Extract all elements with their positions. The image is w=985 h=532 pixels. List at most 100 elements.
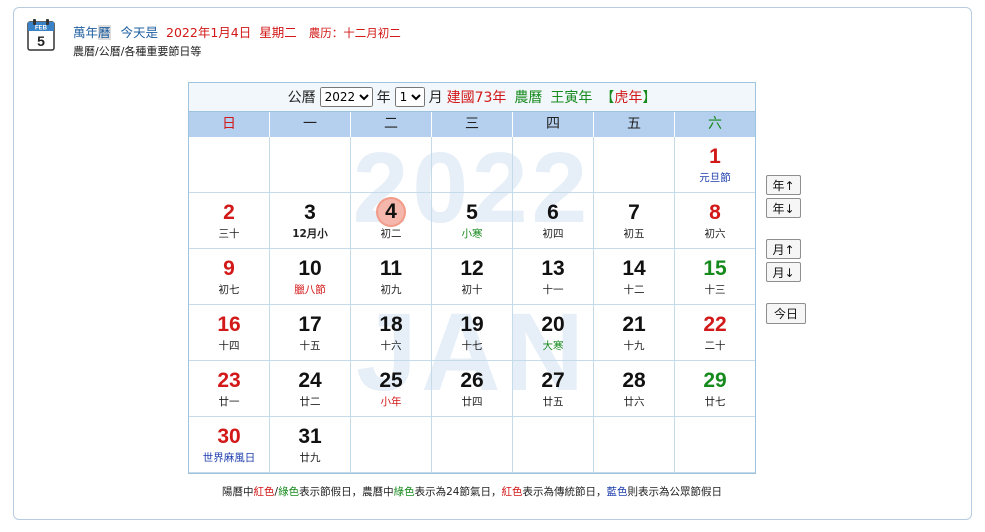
next-month-button[interactable]: 月↓ — [766, 262, 801, 282]
day-number: 22 — [703, 313, 727, 336]
lunar-day-label: 世界麻風日 — [202, 452, 256, 464]
empty-day-cell — [270, 137, 351, 193]
day-number: 25 — [379, 369, 403, 392]
lunar-day-label: 十四 — [218, 340, 240, 352]
day-cell[interactable]: 18 十六 — [351, 305, 432, 361]
day-cell[interactable]: 26 廿四 — [432, 361, 513, 417]
empty-day-cell — [351, 137, 432, 193]
ganzhi-year: 王寅年 — [550, 90, 593, 106]
empty-day-cell — [513, 137, 594, 193]
day-cell[interactable]: 14 十二 — [594, 249, 675, 305]
lunar-day-label: 元旦節 — [699, 172, 731, 184]
today-label: 今天是 — [120, 25, 159, 40]
empty-day-cell — [594, 417, 675, 473]
today-day-number: 4 — [378, 199, 404, 225]
day-cell[interactable]: 10 臘八節 — [270, 249, 351, 305]
day-cell[interactable]: 3 12月小 — [270, 193, 351, 249]
lunar-day-label: 初六 — [704, 228, 726, 240]
day-number: 15 — [703, 257, 727, 280]
empty-day-cell — [189, 137, 270, 193]
year-select[interactable]: 2022 — [319, 87, 373, 107]
day-cell[interactable]: 6 初四 — [513, 193, 594, 249]
day-cell[interactable]: 28 廿六 — [594, 361, 675, 417]
day-number: 20 — [541, 313, 565, 336]
day-number: 11 — [379, 257, 403, 280]
lunar-day-label: 十五 — [299, 340, 321, 352]
day-cell[interactable]: 21 十九 — [594, 305, 675, 361]
week-row: 30 世界麻風日 31 廿九 — [189, 417, 755, 473]
month-label: 月 — [428, 90, 443, 106]
day-cell[interactable]: 13 十一 — [513, 249, 594, 305]
lunar-day-label: 三十 — [218, 228, 240, 240]
calendar-icon-day: 5 — [37, 33, 45, 49]
app-name-highlight: 曆 — [98, 25, 111, 40]
lunar-day-label: 廿一 — [218, 396, 240, 408]
lunar-day-label: 初七 — [218, 284, 240, 296]
day-cell[interactable]: 24 廿二 — [270, 361, 351, 417]
day-cell[interactable]: 19 十七 — [432, 305, 513, 361]
day-number: 21 — [622, 313, 646, 336]
day-cell[interactable]: 2 三十 — [189, 193, 270, 249]
prev-year-button[interactable]: 年↑ — [766, 175, 801, 195]
day-cell[interactable]: 4 初二 — [351, 193, 432, 249]
lunar-day-label: 初五 — [623, 228, 645, 240]
day-number: 29 — [703, 369, 727, 392]
lunar-day-label: 初四 — [542, 228, 564, 240]
day-cell[interactable]: 17 十五 — [270, 305, 351, 361]
today-button[interactable]: 今日 — [766, 303, 806, 324]
day-number: 16 — [217, 313, 241, 336]
day-number: 8 — [709, 201, 721, 224]
lunar-day-label: 初十 — [461, 284, 483, 296]
day-cell[interactable]: 8 初六 — [675, 193, 755, 249]
day-cell[interactable]: 15 十三 — [675, 249, 755, 305]
lunar-day-label: 十九 — [623, 340, 645, 352]
empty-day-cell — [513, 417, 594, 473]
lunar-calendar-label: 農曆 — [514, 90, 543, 106]
lunar-day-label: 小年 — [380, 396, 402, 408]
day-number: 27 — [541, 369, 565, 392]
day-cell[interactable]: 1 元旦節 — [675, 137, 755, 193]
weekday-0: 日 — [189, 112, 270, 137]
day-number: 5 — [466, 201, 478, 224]
weekday-5: 五 — [594, 112, 675, 137]
empty-day-cell — [432, 137, 513, 193]
color-legend: 陽曆中紅色/綠色表示節假日，農曆中綠色表示為24節氣日，紅色表示為傳統節日，藍色… — [222, 486, 722, 498]
day-cell[interactable]: 27 廿五 — [513, 361, 594, 417]
lunar-day-label: 十一 — [542, 284, 564, 296]
lunar-day-label: 臘八節 — [294, 284, 326, 296]
day-cell[interactable]: 30 世界麻風日 — [189, 417, 270, 473]
week-row: 16 十四 17 十五 18 十六 19 十七 20 大寒 21 十九 22 二十 — [189, 305, 755, 361]
day-cell[interactable]: 7 初五 — [594, 193, 675, 249]
day-cell[interactable]: 16 十四 — [189, 305, 270, 361]
prev-month-button[interactable]: 月↑ — [766, 239, 801, 259]
lunar-day-label: 廿九 — [299, 452, 321, 464]
lunar-day-label: 廿五 — [542, 396, 564, 408]
empty-day-cell — [675, 417, 755, 473]
month-select[interactable]: 1 — [394, 87, 425, 107]
day-cell[interactable]: 9 初七 — [189, 249, 270, 305]
app-name: 萬年 — [73, 25, 99, 40]
lunar-day-label: 小寒 — [461, 228, 483, 240]
day-cell[interactable]: 31 廿九 — [270, 417, 351, 473]
day-cell[interactable]: 25 小年 — [351, 361, 432, 417]
lunar-day-label: 廿二 — [299, 396, 321, 408]
day-cell[interactable]: 29 廿七 — [675, 361, 755, 417]
week-row: 9 初七 10 臘八節 11 初九 12 初十 13 十一 14 十二 15 十三 — [189, 249, 755, 305]
day-cell[interactable]: 11 初九 — [351, 249, 432, 305]
day-cell[interactable]: 12 初十 — [432, 249, 513, 305]
day-number: 7 — [628, 201, 640, 224]
day-cell[interactable]: 5 小寒 — [432, 193, 513, 249]
page-subtitle: 農曆/公曆/各種重要節日等 — [73, 45, 202, 58]
zodiac-year: 【虎年】 — [600, 90, 657, 106]
day-cell[interactable]: 22 二十 — [675, 305, 755, 361]
day-number: 1 — [709, 145, 721, 168]
day-cell[interactable]: 23 廿一 — [189, 361, 270, 417]
day-number: 13 — [541, 257, 565, 280]
lunar-day-label: 廿四 — [461, 396, 483, 408]
roc-year: 建國73年 — [446, 90, 507, 106]
day-cell[interactable]: 20 大寒 — [513, 305, 594, 361]
next-year-button[interactable]: 年↓ — [766, 198, 801, 218]
lunar-day-label: 二十 — [704, 340, 726, 352]
weekday-header-row: 日一二三四五六 — [189, 112, 755, 137]
day-number: 30 — [217, 425, 241, 448]
